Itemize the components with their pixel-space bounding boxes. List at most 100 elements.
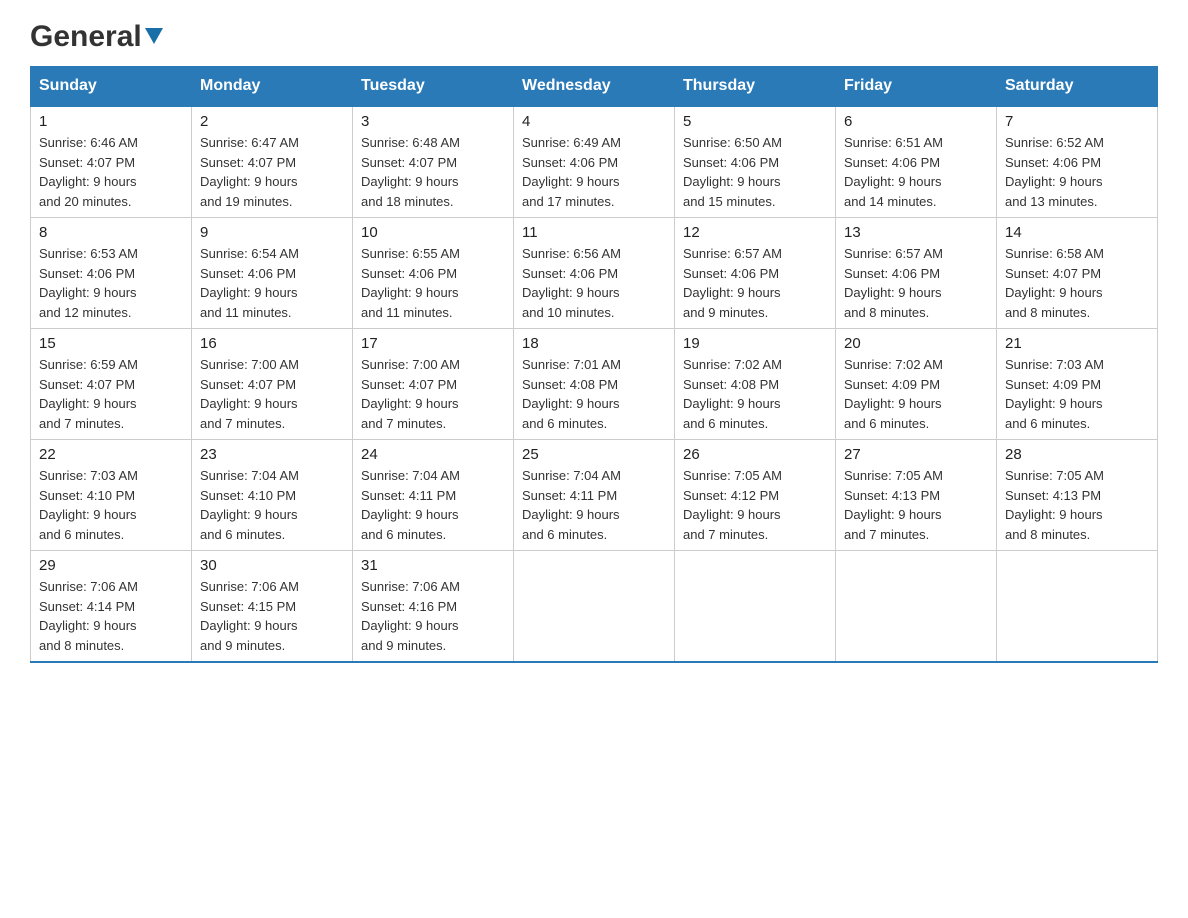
day-info: Sunrise: 6:48 AM Sunset: 4:07 PM Dayligh… <box>361 133 505 211</box>
day-number: 27 <box>844 446 988 463</box>
day-info: Sunrise: 7:03 AM Sunset: 4:09 PM Dayligh… <box>1005 355 1149 433</box>
calendar-cell: 12 Sunrise: 6:57 AM Sunset: 4:06 PM Dayl… <box>675 218 836 329</box>
day-info: Sunrise: 6:49 AM Sunset: 4:06 PM Dayligh… <box>522 133 666 211</box>
calendar-cell <box>514 551 675 663</box>
calendar-week-row: 29 Sunrise: 7:06 AM Sunset: 4:14 PM Dayl… <box>31 551 1158 663</box>
calendar-cell <box>997 551 1158 663</box>
day-info: Sunrise: 6:54 AM Sunset: 4:06 PM Dayligh… <box>200 244 344 322</box>
day-info: Sunrise: 6:56 AM Sunset: 4:06 PM Dayligh… <box>522 244 666 322</box>
calendar-cell: 28 Sunrise: 7:05 AM Sunset: 4:13 PM Dayl… <box>997 440 1158 551</box>
calendar-cell: 1 Sunrise: 6:46 AM Sunset: 4:07 PM Dayli… <box>31 106 192 218</box>
day-info: Sunrise: 6:53 AM Sunset: 4:06 PM Dayligh… <box>39 244 183 322</box>
logo: General <box>30 20 165 56</box>
day-number: 1 <box>39 113 183 130</box>
day-of-week-header: Wednesday <box>514 67 675 107</box>
calendar-cell: 11 Sunrise: 6:56 AM Sunset: 4:06 PM Dayl… <box>514 218 675 329</box>
day-info: Sunrise: 6:55 AM Sunset: 4:06 PM Dayligh… <box>361 244 505 322</box>
calendar-cell: 7 Sunrise: 6:52 AM Sunset: 4:06 PM Dayli… <box>997 106 1158 218</box>
day-info: Sunrise: 7:05 AM Sunset: 4:13 PM Dayligh… <box>1005 466 1149 544</box>
day-of-week-header: Tuesday <box>353 67 514 107</box>
calendar-week-row: 1 Sunrise: 6:46 AM Sunset: 4:07 PM Dayli… <box>31 106 1158 218</box>
day-of-week-header: Friday <box>836 67 997 107</box>
calendar-header-row: SundayMondayTuesdayWednesdayThursdayFrid… <box>31 67 1158 107</box>
day-number: 17 <box>361 335 505 352</box>
day-info: Sunrise: 7:02 AM Sunset: 4:09 PM Dayligh… <box>844 355 988 433</box>
day-info: Sunrise: 6:50 AM Sunset: 4:06 PM Dayligh… <box>683 133 827 211</box>
day-number: 2 <box>200 113 344 130</box>
calendar-cell: 19 Sunrise: 7:02 AM Sunset: 4:08 PM Dayl… <box>675 329 836 440</box>
day-number: 6 <box>844 113 988 130</box>
day-number: 30 <box>200 557 344 574</box>
calendar-cell: 9 Sunrise: 6:54 AM Sunset: 4:06 PM Dayli… <box>192 218 353 329</box>
day-number: 29 <box>39 557 183 574</box>
calendar-week-row: 22 Sunrise: 7:03 AM Sunset: 4:10 PM Dayl… <box>31 440 1158 551</box>
day-number: 26 <box>683 446 827 463</box>
day-info: Sunrise: 7:03 AM Sunset: 4:10 PM Dayligh… <box>39 466 183 544</box>
day-info: Sunrise: 7:05 AM Sunset: 4:12 PM Dayligh… <box>683 466 827 544</box>
calendar-cell: 14 Sunrise: 6:58 AM Sunset: 4:07 PM Dayl… <box>997 218 1158 329</box>
day-number: 31 <box>361 557 505 574</box>
day-info: Sunrise: 6:57 AM Sunset: 4:06 PM Dayligh… <box>844 244 988 322</box>
day-number: 13 <box>844 224 988 241</box>
day-info: Sunrise: 7:06 AM Sunset: 4:16 PM Dayligh… <box>361 577 505 655</box>
calendar-cell: 21 Sunrise: 7:03 AM Sunset: 4:09 PM Dayl… <box>997 329 1158 440</box>
day-info: Sunrise: 7:05 AM Sunset: 4:13 PM Dayligh… <box>844 466 988 544</box>
calendar-cell: 4 Sunrise: 6:49 AM Sunset: 4:06 PM Dayli… <box>514 106 675 218</box>
calendar-week-row: 8 Sunrise: 6:53 AM Sunset: 4:06 PM Dayli… <box>31 218 1158 329</box>
calendar-cell: 5 Sunrise: 6:50 AM Sunset: 4:06 PM Dayli… <box>675 106 836 218</box>
calendar-cell: 29 Sunrise: 7:06 AM Sunset: 4:14 PM Dayl… <box>31 551 192 663</box>
calendar-cell: 26 Sunrise: 7:05 AM Sunset: 4:12 PM Dayl… <box>675 440 836 551</box>
day-number: 9 <box>200 224 344 241</box>
day-info: Sunrise: 7:02 AM Sunset: 4:08 PM Dayligh… <box>683 355 827 433</box>
calendar-cell: 13 Sunrise: 6:57 AM Sunset: 4:06 PM Dayl… <box>836 218 997 329</box>
logo-arrow-icon <box>143 24 165 51</box>
day-number: 12 <box>683 224 827 241</box>
calendar-cell: 31 Sunrise: 7:06 AM Sunset: 4:16 PM Dayl… <box>353 551 514 663</box>
calendar-cell <box>675 551 836 663</box>
calendar-table: SundayMondayTuesdayWednesdayThursdayFrid… <box>30 66 1158 663</box>
day-info: Sunrise: 6:57 AM Sunset: 4:06 PM Dayligh… <box>683 244 827 322</box>
day-number: 18 <box>522 335 666 352</box>
day-number: 3 <box>361 113 505 130</box>
calendar-cell: 18 Sunrise: 7:01 AM Sunset: 4:08 PM Dayl… <box>514 329 675 440</box>
calendar-cell: 3 Sunrise: 6:48 AM Sunset: 4:07 PM Dayli… <box>353 106 514 218</box>
calendar-cell: 2 Sunrise: 6:47 AM Sunset: 4:07 PM Dayli… <box>192 106 353 218</box>
day-number: 11 <box>522 224 666 241</box>
calendar-cell: 16 Sunrise: 7:00 AM Sunset: 4:07 PM Dayl… <box>192 329 353 440</box>
calendar-cell: 25 Sunrise: 7:04 AM Sunset: 4:11 PM Dayl… <box>514 440 675 551</box>
day-number: 25 <box>522 446 666 463</box>
day-info: Sunrise: 7:04 AM Sunset: 4:11 PM Dayligh… <box>522 466 666 544</box>
calendar-cell: 6 Sunrise: 6:51 AM Sunset: 4:06 PM Dayli… <box>836 106 997 218</box>
calendar-cell <box>836 551 997 663</box>
day-info: Sunrise: 7:04 AM Sunset: 4:11 PM Dayligh… <box>361 466 505 544</box>
calendar-cell: 10 Sunrise: 6:55 AM Sunset: 4:06 PM Dayl… <box>353 218 514 329</box>
day-number: 21 <box>1005 335 1149 352</box>
day-number: 15 <box>39 335 183 352</box>
calendar-cell: 27 Sunrise: 7:05 AM Sunset: 4:13 PM Dayl… <box>836 440 997 551</box>
day-number: 28 <box>1005 446 1149 463</box>
day-number: 22 <box>39 446 183 463</box>
day-number: 19 <box>683 335 827 352</box>
day-info: Sunrise: 7:06 AM Sunset: 4:15 PM Dayligh… <box>200 577 344 655</box>
day-info: Sunrise: 6:58 AM Sunset: 4:07 PM Dayligh… <box>1005 244 1149 322</box>
calendar-cell: 24 Sunrise: 7:04 AM Sunset: 4:11 PM Dayl… <box>353 440 514 551</box>
calendar-cell: 22 Sunrise: 7:03 AM Sunset: 4:10 PM Dayl… <box>31 440 192 551</box>
day-number: 7 <box>1005 113 1149 130</box>
day-of-week-header: Sunday <box>31 67 192 107</box>
calendar-cell: 15 Sunrise: 6:59 AM Sunset: 4:07 PM Dayl… <box>31 329 192 440</box>
logo-general-text: General <box>30 20 142 54</box>
calendar-cell: 8 Sunrise: 6:53 AM Sunset: 4:06 PM Dayli… <box>31 218 192 329</box>
day-number: 20 <box>844 335 988 352</box>
calendar-cell: 20 Sunrise: 7:02 AM Sunset: 4:09 PM Dayl… <box>836 329 997 440</box>
day-info: Sunrise: 6:52 AM Sunset: 4:06 PM Dayligh… <box>1005 133 1149 211</box>
day-of-week-header: Thursday <box>675 67 836 107</box>
day-number: 10 <box>361 224 505 241</box>
day-of-week-header: Monday <box>192 67 353 107</box>
day-info: Sunrise: 7:01 AM Sunset: 4:08 PM Dayligh… <box>522 355 666 433</box>
day-info: Sunrise: 6:51 AM Sunset: 4:06 PM Dayligh… <box>844 133 988 211</box>
day-info: Sunrise: 6:47 AM Sunset: 4:07 PM Dayligh… <box>200 133 344 211</box>
day-info: Sunrise: 7:06 AM Sunset: 4:14 PM Dayligh… <box>39 577 183 655</box>
day-number: 23 <box>200 446 344 463</box>
calendar-cell: 30 Sunrise: 7:06 AM Sunset: 4:15 PM Dayl… <box>192 551 353 663</box>
day-info: Sunrise: 7:04 AM Sunset: 4:10 PM Dayligh… <box>200 466 344 544</box>
